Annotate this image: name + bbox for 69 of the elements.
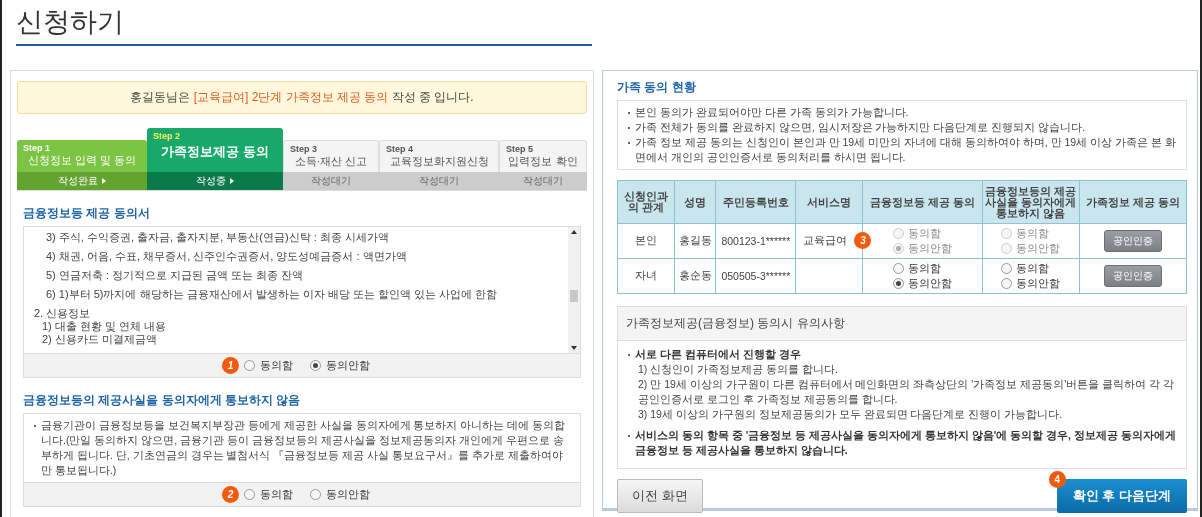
radio-label: 동의안함 [1016, 276, 1061, 291]
radio-label: 동의함 [1016, 261, 1050, 276]
radio-label: 동의안함 [326, 358, 370, 373]
table-cell: 050505-3****** [715, 258, 796, 294]
radio-label: 동의안함 [326, 487, 370, 502]
previous-button[interactable]: 이전 화면 [617, 479, 703, 513]
step-badge: 2 [222, 486, 239, 503]
consent-text-line: 2) 신용카드 미결제금액 [41, 333, 158, 346]
table-cell: 본인 [617, 223, 675, 259]
table-cell: 800123-1****** [715, 223, 796, 259]
radio-button[interactable] [244, 489, 255, 500]
column-header: 가족정보 제공 동의 [1079, 180, 1187, 224]
consent-text-line: 5) 연금저축 : 정기적으로 지급된 금액 또는 최종 잔액 [45, 269, 305, 282]
caret-icon [102, 178, 106, 184]
radio-label: 동의안함 [908, 276, 953, 291]
radio-label: 동의함 [260, 358, 293, 373]
scrollbar-thumb[interactable] [570, 290, 578, 302]
section-title: 금융정보등의 제공사실을 동의자에게 통보하지 않음 [23, 392, 302, 409]
radio-button[interactable] [893, 278, 905, 289]
radio-button[interactable] [893, 263, 905, 274]
radio-label: 동의함 [908, 261, 942, 276]
caution-title: 가족정보제공(금융정보) 동의시 유의사항 [618, 307, 1186, 341]
column-header: 금융정보등 제공 동의 [862, 180, 983, 224]
radio-button[interactable] [310, 489, 321, 500]
table-cell: 홍길동 [674, 223, 716, 259]
note-text: 가족 정보 제공 동의는 신청인이 본인과 만 19세 미만의 자녀에 대해 동의하여야 하며, 만 19세 이상 가족은 본 화면에서 개인의 공인인증서로 동의처리를 하시면 됩니다. [635, 135, 1176, 165]
caution-heading: 서비스의 동의 항목 중 '금융정보 등 제공사실을 동의자에게 통보하지 않음'에 동의할 경우, 정보제공 동의자에게 금융정보 등 제공사실을 통보하지 않습니다. [635, 428, 1176, 458]
radio-label: 동의함 [1016, 226, 1050, 241]
radio-label: 동의함 [908, 226, 942, 241]
page-title: 신청하기 [16, 0, 592, 46]
radio-button[interactable] [1001, 278, 1013, 289]
notice-text: 금융기관이 금융정보등을 보건복지부장관 등에게 제공한 사실을 동의자에게 통보하지 아니하는 데에 동의합니다.(만일 동의하지 않으면, 금융기관 등이 금융정보등의 제공사실을 정보제공동의자 개인에게 우편으로 송부하게 됩니다. 단, 기초연금의 경우는 별첨서식 『금융정보등 제공 사실 통보요구서』를 추가로 제출하여야만 통보됩니다.) [41, 418, 567, 478]
step-badge: 3 [854, 232, 872, 249]
consent-text-line: 6) 1)부터 5)까지에 해당하는 금융재산에서 발생하는 이자 배당 또는 할인액 있는 사업에 한함 [45, 288, 499, 301]
section-title: 금융정보등 제공 동의서 [23, 205, 151, 222]
caret-icon [230, 178, 234, 184]
radio-button[interactable] [244, 360, 255, 371]
consent-text-line: 2. 신용정보 [34, 307, 92, 320]
step-badge: 1 [222, 357, 239, 374]
consent-text-line: 3) 주식, 수익증권, 출자금, 출자지분, 부동산(연금)신탁 : 최종 시세가액 [45, 231, 390, 244]
caution-heading: 서로 다른 컴퓨터에서 진행할 경우 [635, 347, 802, 362]
column-header: 서비스명 [795, 180, 863, 224]
consent-text-line: 4) 채권, 어음, 수표, 채무증서, 신주인수권증서, 양도성예금증서 : 액면가액 [45, 250, 408, 263]
section-title: 가족 동의 현황 [617, 79, 697, 96]
note-text: 본인 동의가 완료되어야만 다른 가족 동의가 가능합니다. [635, 105, 910, 120]
status-banner: 홍길동님은 [교육급여] 2단계 가족정보 제공 동의 작성 중 입니다. [17, 81, 587, 114]
radio-label: 동의안함 [908, 241, 953, 256]
scroll-down-icon[interactable] [571, 346, 577, 350]
column-header: 금융정보등의 제공사실을 동의자에게 통보하지 않음 [982, 180, 1080, 224]
caution-line: 1) 신청인이 가족정보제공 동의를 합니다. [637, 362, 839, 377]
scroll-up-icon[interactable] [571, 230, 577, 234]
certificate-button[interactable]: 공인인증 [1103, 230, 1162, 252]
consent-text-box[interactable] [23, 226, 581, 354]
certificate-button[interactable]: 공인인증 [1103, 265, 1162, 287]
column-header: 주민등록번호 [715, 180, 796, 224]
column-header: 성명 [674, 180, 716, 224]
radio-button[interactable] [1001, 263, 1013, 274]
radio-button[interactable] [310, 360, 321, 371]
table-cell: 자녀 [617, 258, 675, 294]
caution-line: 3) 19세 이상의 가구원의 정보제공동의가 모두 완료되면 다음단계로 진행이 가능합니다. [637, 407, 1064, 422]
consent-text-line: 1) 대출 현황 및 연체 내용 [41, 320, 168, 333]
column-header: 신청인과의 관계 [617, 180, 675, 224]
step-badge: 4 [1048, 471, 1066, 488]
radio-label: 동의안함 [1016, 241, 1061, 256]
caution-line: 2) 만 19세 이상의 가구원이 다른 컴퓨터에서 메인화면의 좌측상단의 '가족정보 제공동의'버튼을 클릭하여 각 각 공인인증서로 로그인 후 가족정보 제공동의를 합니다. [637, 377, 1175, 407]
radio-label: 동의함 [260, 487, 293, 502]
table-cell: 홍순동 [674, 258, 716, 294]
note-text: 가족 전체가 동의를 완료하지 않으면, 임시저장은 가능하지만 다음단계로 진행되지 않습니다. [635, 120, 1087, 135]
scrollbar[interactable] [568, 227, 580, 353]
